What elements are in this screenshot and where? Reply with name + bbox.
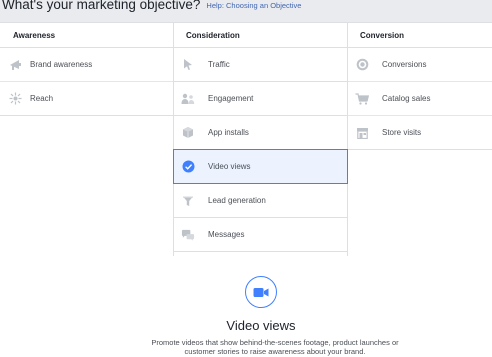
column-consideration: Consideration Traffic Engagement App ins…	[173, 23, 348, 256]
funnel-icon	[181, 194, 195, 208]
objective-label: Catalog sales	[382, 94, 431, 103]
objective-traffic[interactable]: Traffic	[174, 48, 347, 82]
objective-detail: Video views Promote videos that show beh…	[0, 256, 492, 357]
chat-bubbles-icon	[181, 228, 195, 242]
objective-label: Engagement	[208, 94, 254, 103]
objective-label: Brand awareness	[30, 60, 93, 69]
objective-panel: Awareness Brand awareness Reach Consider…	[0, 22, 492, 357]
objective-catalog-sales[interactable]: Catalog sales	[348, 82, 492, 116]
objective-label: Reach	[30, 94, 54, 103]
page-title: What's your marketing objective?	[2, 0, 201, 12]
detail-title: Video views	[226, 318, 296, 333]
reach-burst-icon	[8, 92, 22, 106]
objective-store-visits[interactable]: Store visits	[348, 116, 492, 150]
detail-description-line: Promote videos that show behind-the-scen…	[151, 338, 399, 347]
objective-brand-awareness[interactable]: Brand awareness	[0, 48, 173, 82]
box-icon	[181, 126, 195, 140]
column-conversion: Conversion Conversions Catalog sales Sto…	[348, 23, 492, 256]
people-icon	[181, 92, 195, 106]
store-icon	[355, 126, 369, 140]
column-heading-conversion: Conversion	[348, 23, 492, 48]
check-circle-icon	[181, 160, 195, 174]
objective-conversions[interactable]: Conversions	[348, 48, 492, 82]
objective-messages[interactable]: Messages	[174, 218, 347, 252]
objective-lead-generation[interactable]: Lead generation	[174, 184, 347, 218]
objective-label: Store visits	[382, 128, 422, 137]
detail-description: Promote videos that show behind-the-scen…	[130, 338, 420, 356]
objective-label: Traffic	[208, 60, 230, 69]
objective-label: Conversions	[382, 60, 427, 69]
objective-label: Messages	[208, 230, 245, 239]
objective-label: App installs	[208, 128, 249, 137]
megaphone-icon	[8, 58, 22, 72]
objective-app-installs[interactable]: App installs	[174, 116, 347, 150]
column-heading-awareness: Awareness	[0, 23, 173, 48]
help-link[interactable]: Help: Choosing an Objective	[206, 1, 301, 11]
cursor-icon	[181, 58, 195, 72]
objective-label: Lead generation	[208, 196, 266, 205]
video-camera-icon	[245, 276, 277, 308]
objective-video-views[interactable]: Video views	[173, 149, 348, 184]
objective-engagement[interactable]: Engagement	[174, 82, 347, 116]
column-awareness: Awareness Brand awareness Reach	[0, 23, 174, 256]
cart-icon	[355, 92, 369, 106]
globe-icon	[355, 58, 369, 72]
objective-label: Video views	[208, 162, 251, 171]
column-heading-consideration: Consideration	[174, 23, 347, 48]
detail-description-line: customer stories to raise awareness abou…	[184, 347, 366, 356]
header: What's your marketing objective? Help: C…	[0, 0, 492, 20]
objective-reach[interactable]: Reach	[0, 82, 173, 116]
